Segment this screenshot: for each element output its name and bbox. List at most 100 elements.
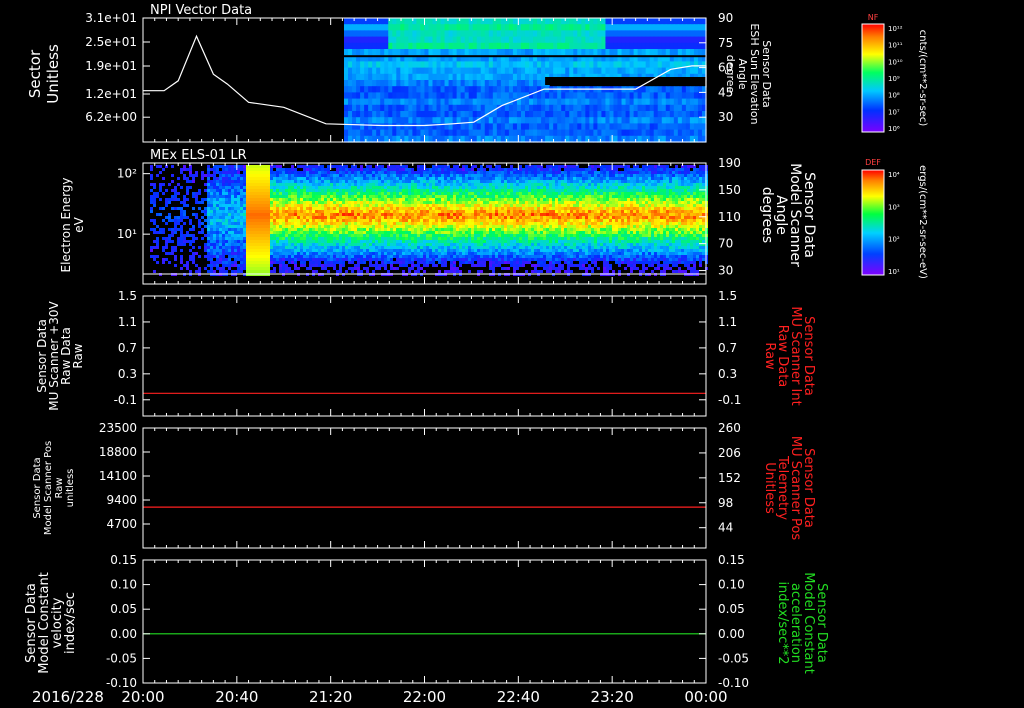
spectrogram-cell [351, 216, 354, 219]
heat1-cell [589, 61, 594, 69]
heat1-cell [597, 42, 603, 50]
spectrogram-cell [243, 249, 246, 252]
spectrogram-cell [243, 222, 246, 225]
spectrogram-cell [381, 180, 384, 183]
heat1-cell [484, 129, 490, 137]
spectrogram-cell [270, 213, 273, 216]
spectrogram-cell [363, 252, 366, 255]
spectrogram-cell [204, 255, 207, 258]
spectrogram-cell [234, 261, 237, 264]
heat1-cell [641, 86, 647, 93]
spectrogram-cell [261, 270, 264, 273]
spectrogram-cell [228, 216, 231, 219]
spectrogram-cell [396, 228, 399, 231]
spectrogram-cell [390, 261, 393, 264]
spectrogram-cell [435, 201, 438, 204]
spectrogram-cell [243, 177, 246, 180]
spectrogram-cell [243, 246, 246, 249]
spectrogram-cell [150, 249, 153, 252]
spectrogram-cell [255, 183, 258, 186]
spectrogram-cell [258, 201, 261, 204]
spectrogram-cell [378, 258, 381, 261]
spectrogram-cell [435, 198, 438, 201]
heat1-cell [653, 92, 659, 100]
spectrogram-cell [456, 219, 459, 222]
spectrogram-cell [210, 246, 213, 249]
spectrogram-cell [162, 192, 165, 195]
heat1-cell [545, 129, 550, 137]
spectrogram-cell [432, 213, 435, 216]
spectrogram-cell [165, 252, 168, 255]
heat1-cell [432, 24, 438, 31]
heat1-cell [689, 67, 695, 75]
heat1-cell [444, 42, 450, 50]
spectrogram-cell [282, 255, 285, 258]
heat1-cell [384, 92, 389, 100]
spectrogram-cell [366, 186, 369, 189]
spectrogram-cell [291, 231, 294, 234]
spectrogram-cell [342, 234, 345, 237]
spectrogram-cell [411, 243, 414, 246]
spectrogram-cell [309, 168, 312, 171]
spectrogram-cell [357, 186, 360, 189]
spectrogram-cell [444, 174, 447, 177]
spectrogram-cell [411, 219, 414, 222]
spectrogram-cell [312, 216, 315, 219]
spectrogram-cell [312, 183, 315, 186]
spectrogram-cell [297, 180, 300, 183]
heat1-cell [625, 36, 631, 44]
heat1-cell [460, 36, 466, 44]
heat1-cell [693, 67, 699, 75]
heat1-cell [601, 104, 607, 112]
spectrogram-cell [423, 231, 426, 234]
spectrogram-cell [297, 177, 300, 180]
spectrogram-cell [414, 195, 417, 198]
spectrogram-cell [243, 255, 246, 258]
heat1-cell [629, 67, 635, 75]
spectrogram-cell [255, 165, 258, 168]
spectrogram-cell [363, 171, 366, 174]
spectrogram-cell [447, 180, 450, 183]
spectrogram-cell [231, 255, 234, 258]
spectrogram-cell [285, 228, 288, 231]
heat1-cell [420, 24, 426, 31]
spectrogram-cell [339, 267, 342, 270]
heat1-cell [452, 123, 458, 131]
spectrogram-cell [420, 192, 423, 195]
spectrogram-cell [303, 243, 306, 246]
heat1-cell [360, 111, 365, 118]
spectrogram-cell [186, 216, 189, 219]
spectrogram-cell [363, 243, 366, 246]
heat1-cell [633, 117, 639, 124]
spectrogram-cell [303, 228, 306, 231]
spectrogram-cell [372, 183, 375, 186]
heat1-cell [384, 123, 389, 131]
spectrogram-cell [285, 249, 288, 252]
heat1-cell [400, 73, 405, 81]
spectrogram-cell [234, 252, 237, 255]
spectrogram-cell [330, 219, 333, 222]
spectrogram-cell [336, 234, 339, 237]
spectrogram-cell [339, 165, 342, 168]
heat1-cell [348, 117, 353, 124]
heat1-cell [428, 49, 434, 56]
spectrogram-cell [438, 213, 441, 216]
heat1-cell [392, 86, 397, 93]
spectrogram-cell [423, 258, 426, 261]
heat1-cell [408, 117, 413, 124]
spectrogram-cell [423, 225, 426, 228]
spectrogram-cell [171, 207, 174, 210]
heat1-cell [617, 30, 623, 38]
spectrogram-cell [201, 237, 204, 240]
heat1-cell [617, 42, 623, 50]
spectrogram-cell [336, 246, 339, 249]
spectrogram-cell [360, 186, 363, 189]
spectrogram-cell [393, 219, 396, 222]
heat1-cell [504, 80, 510, 87]
spectrogram-cell [267, 246, 270, 249]
heat1-cell [613, 24, 619, 31]
heat1-cell [400, 129, 405, 137]
heat1-cell [404, 98, 409, 106]
spectrogram-cell [453, 201, 456, 204]
spectrogram-cell [438, 252, 441, 255]
